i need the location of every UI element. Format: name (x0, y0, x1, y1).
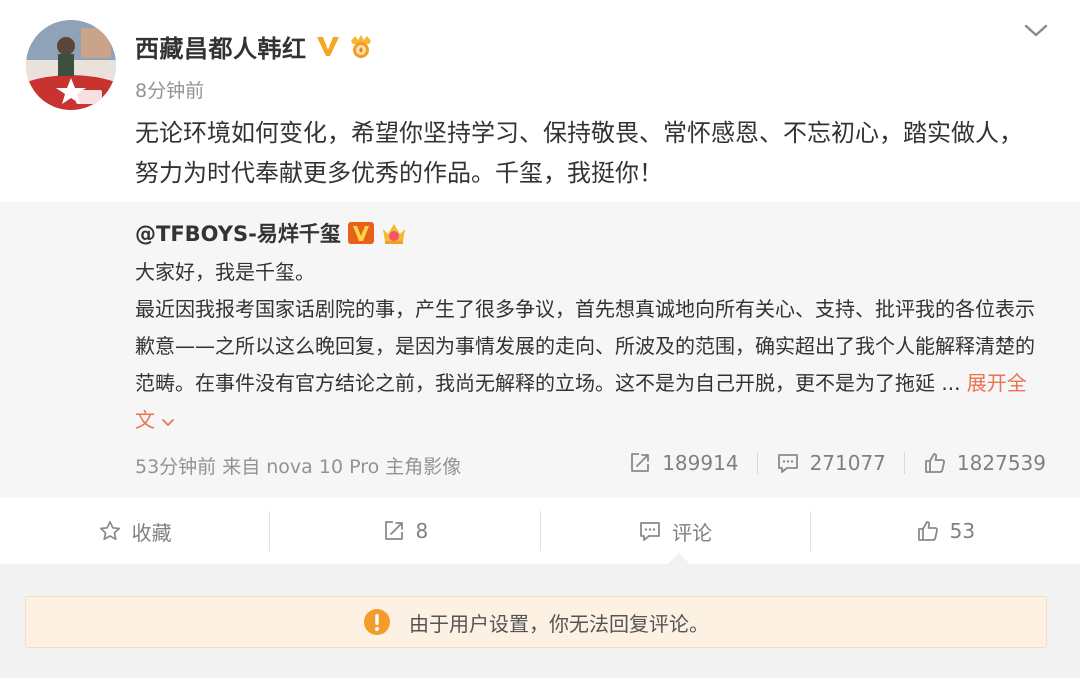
repost-meta: 53分钟前 来自 nova 10 Pro 主角影像 (135, 456, 462, 478)
like-icon (917, 521, 938, 541)
comment-pointer-arrow (668, 553, 690, 564)
repost-author[interactable]: @TFBOYS-易烊千玺 (135, 218, 341, 248)
action-bar: 收藏 8 评论 53 (0, 498, 1080, 564)
repost-greeting: 大家好，我是千玺。 (135, 260, 315, 284)
comment-stat-button[interactable]: 271077 (776, 451, 886, 475)
warning-icon (364, 609, 390, 635)
post-text: 无论环境如何变化，希望你坚持学习、保持敬畏、常怀感恩、不忘初心，踏实做人，努力为… (135, 119, 1023, 187)
like-button-count: 53 (949, 519, 976, 543)
divider (756, 452, 758, 474)
comment-count: 271077 (809, 451, 886, 475)
repost-body: 最近因我报考国家话剧院的事，产生了很多争议，首先想真诚地向所有关心、支持、批评我… (135, 291, 1045, 439)
reply-disabled-notice: 由于用户设置，你无法回复评论。 (25, 596, 1047, 648)
repost-button-count: 8 (415, 519, 429, 543)
repost-icon (631, 453, 650, 472)
like-icon (925, 453, 945, 473)
comment-button-label: 评论 (672, 520, 713, 545)
favorite-label: 收藏 (131, 520, 172, 545)
weibo-post-card: 西藏昌都人韩红 8分钟前 无论环境如何变化，希望你坚持学习、保持敬畏、常怀感恩、… (0, 0, 1080, 678)
repost-count: 189914 (662, 451, 739, 475)
comment-icon (777, 454, 798, 473)
avatar[interactable] (26, 20, 116, 110)
repost-body-text: 最近因我报考国家话剧院的事，产生了很多争议，首先想真诚地向所有关心、支持、批评我… (135, 297, 1035, 395)
author-row: 西藏昌都人韩红 (135, 28, 375, 64)
comment-icon (640, 522, 661, 541)
medal-icon (347, 32, 375, 60)
chevron-down-icon[interactable] (1022, 18, 1050, 42)
post-time[interactable]: 8分钟前 (135, 76, 204, 103)
repost-box[interactable]: @TFBOYS-易烊千玺 大家好，我是千玺。 最近因我报考国家话剧院的事，产生了… (0, 202, 1080, 498)
divider (903, 452, 905, 474)
notice-text: 由于用户设置，你无法回复评论。 (409, 611, 709, 636)
like-count: 1827539 (956, 451, 1046, 475)
star-icon (99, 520, 120, 541)
repost-button[interactable]: 8 (270, 498, 539, 564)
favorite-button[interactable]: 收藏 (0, 498, 269, 564)
repost-stat-button[interactable]: 189914 (628, 451, 739, 475)
verified-v-icon (315, 33, 341, 59)
repost-text: 大家好，我是千玺。 最近因我报考国家话剧院的事，产生了很多争议，首先想真诚地向所… (135, 254, 1045, 439)
repost-stats: 189914 271077 1827539 (628, 448, 1046, 478)
repost-author-row: @TFBOYS-易烊千玺 (135, 218, 408, 248)
chevron-down-icon (162, 419, 174, 426)
crown-icon (380, 219, 408, 247)
like-stat-button[interactable]: 1827539 (923, 451, 1046, 475)
like-button[interactable]: 53 (811, 498, 1080, 564)
author-name[interactable]: 西藏昌都人韩红 (135, 29, 307, 64)
repost-icon (384, 521, 403, 540)
verified-v-icon (347, 222, 374, 244)
